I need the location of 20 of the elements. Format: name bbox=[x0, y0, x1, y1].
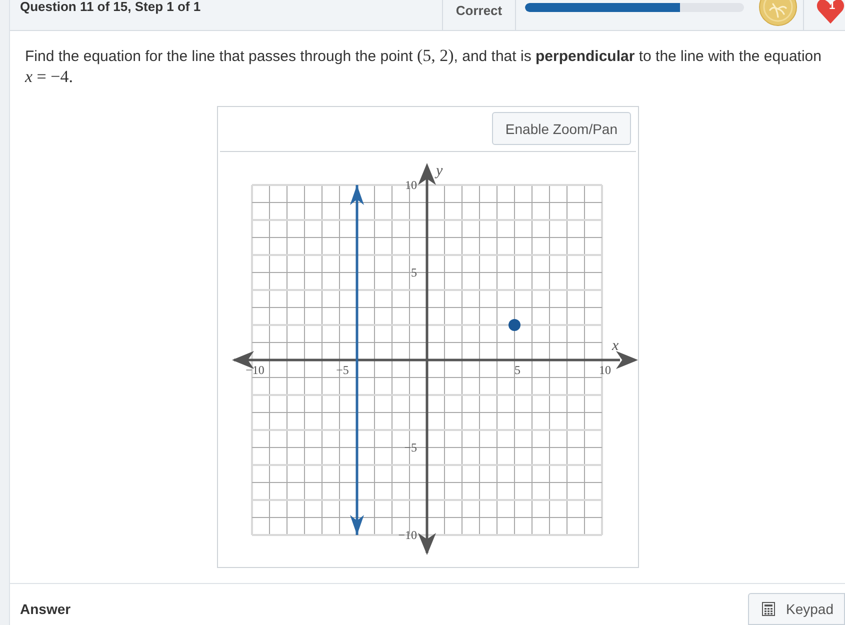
answer-label: Answer bbox=[20, 600, 71, 618]
y-tick-label: −10 bbox=[398, 528, 416, 542]
y-tick-label: −5 bbox=[404, 440, 416, 454]
status-label: Correct bbox=[456, 3, 502, 19]
question-text: Find the equation for the line that passes through the point (5, 2), and that is perpendicular to the line with the equation x = −4. bbox=[25, 46, 822, 88]
question-title: Question 11 of 15, Step 1 of 1 bbox=[19, 0, 202, 14]
calculator-icon bbox=[762, 602, 775, 616]
lives-count: 1 bbox=[829, 0, 836, 12]
x-tick-label: 5 bbox=[514, 363, 520, 377]
x-tick-label: −10 bbox=[245, 363, 264, 377]
x-axis-label: x bbox=[612, 338, 618, 354]
y-tick-label: 10 bbox=[404, 178, 416, 192]
x-tick-label: 10 bbox=[598, 363, 610, 377]
heart-icon bbox=[816, 0, 845, 24]
keypad-button[interactable]: Keypad bbox=[748, 593, 845, 625]
x-tick-label: −5 bbox=[336, 363, 348, 377]
coin-icon bbox=[759, 0, 797, 28]
enable-zoom-pan-button[interactable]: Enable Zoom/Pan bbox=[492, 112, 630, 145]
y-axis-label: y bbox=[436, 163, 442, 179]
y-tick-label: 5 bbox=[410, 266, 416, 280]
